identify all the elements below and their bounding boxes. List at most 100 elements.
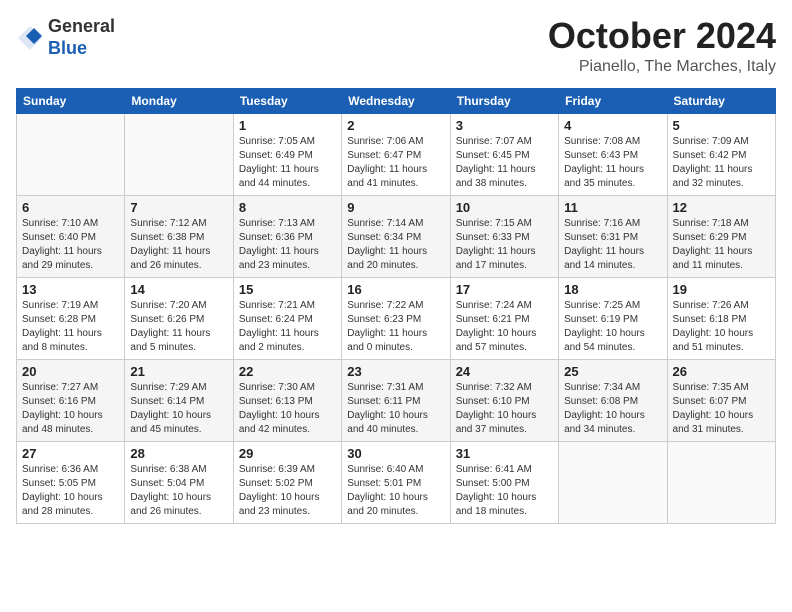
day-info: Sunrise: 7:32 AM Sunset: 6:10 PM Dayligh… (456, 381, 553, 437)
day-info: Sunrise: 7:22 AM Sunset: 6:23 PM Dayligh… (347, 299, 444, 355)
calendar-cell (17, 113, 125, 195)
day-number: 11 (564, 200, 661, 215)
day-info: Sunrise: 7:14 AM Sunset: 6:34 PM Dayligh… (347, 217, 444, 273)
calendar-cell (125, 113, 233, 195)
day-info: Sunrise: 7:10 AM Sunset: 6:40 PM Dayligh… (22, 217, 119, 273)
weekday-sunday: Sunday (17, 88, 125, 113)
logo-icon (16, 24, 44, 52)
day-info: Sunrise: 6:40 AM Sunset: 5:01 PM Dayligh… (347, 463, 444, 519)
weekday-tuesday: Tuesday (233, 88, 341, 113)
day-number: 23 (347, 364, 444, 379)
calendar-week-2: 6 Sunrise: 7:10 AM Sunset: 6:40 PM Daylig… (17, 195, 776, 277)
day-number: 15 (239, 282, 336, 297)
day-info: Sunrise: 7:05 AM Sunset: 6:49 PM Dayligh… (239, 135, 336, 191)
calendar-cell: 18 Sunrise: 7:25 AM Sunset: 6:19 PM Dayli… (559, 277, 667, 359)
day-number: 4 (564, 118, 661, 133)
calendar-cell (667, 441, 775, 523)
day-info: Sunrise: 7:27 AM Sunset: 6:16 PM Dayligh… (22, 381, 119, 437)
day-info: Sunrise: 7:25 AM Sunset: 6:19 PM Dayligh… (564, 299, 661, 355)
weekday-wednesday: Wednesday (342, 88, 450, 113)
calendar-body: 1Sunrise: 7:05 AM Sunset: 6:49 PM Daylig… (17, 113, 776, 523)
day-number: 7 (130, 200, 227, 215)
day-number: 22 (239, 364, 336, 379)
location: Pianello, The Marches, Italy (548, 58, 776, 76)
day-number: 30 (347, 446, 444, 461)
calendar-cell: 17Sunrise: 7:24 AM Sunset: 6:21 PM Dayli… (450, 277, 558, 359)
weekday-saturday: Saturday (667, 88, 775, 113)
day-number: 3 (456, 118, 553, 133)
calendar-cell: 27Sunrise: 6:36 AM Sunset: 5:05 PM Dayli… (17, 441, 125, 523)
day-info: Sunrise: 6:38 AM Sunset: 5:04 PM Dayligh… (130, 463, 227, 519)
calendar-cell: 30 Sunrise: 6:40 AM Sunset: 5:01 PM Dayli… (342, 441, 450, 523)
calendar-cell: 26Sunrise: 7:35 AM Sunset: 6:07 PM Dayli… (667, 359, 775, 441)
calendar-cell (559, 441, 667, 523)
calendar-cell: 21 Sunrise: 7:29 AM Sunset: 6:14 PM Dayli… (125, 359, 233, 441)
day-info: Sunrise: 6:41 AM Sunset: 5:00 PM Dayligh… (456, 463, 553, 519)
weekday-monday: Monday (125, 88, 233, 113)
day-number: 9 (347, 200, 444, 215)
calendar-cell: 23 Sunrise: 7:31 AM Sunset: 6:11 PM Dayli… (342, 359, 450, 441)
calendar-cell: 14Sunrise: 7:20 AM Sunset: 6:26 PM Dayli… (125, 277, 233, 359)
calendar-cell: 4 Sunrise: 7:08 AM Sunset: 6:43 PM Daylig… (559, 113, 667, 195)
calendar-cell: 1Sunrise: 7:05 AM Sunset: 6:49 PM Daylig… (233, 113, 341, 195)
calendar-header: SundayMondayTuesdayWednesdayThursdayFrid… (17, 88, 776, 113)
calendar-cell: 22 Sunrise: 7:30 AM Sunset: 6:13 PM Dayli… (233, 359, 341, 441)
day-info: Sunrise: 7:20 AM Sunset: 6:26 PM Dayligh… (130, 299, 227, 355)
calendar-table: SundayMondayTuesdayWednesdayThursdayFrid… (16, 88, 776, 524)
weekday-thursday: Thursday (450, 88, 558, 113)
day-number: 18 (564, 282, 661, 297)
day-number: 5 (673, 118, 770, 133)
calendar-week-4: 20 Sunrise: 7:27 AM Sunset: 6:16 PM Dayli… (17, 359, 776, 441)
logo-text: General Blue (48, 16, 115, 59)
day-info: Sunrise: 7:30 AM Sunset: 6:13 PM Dayligh… (239, 381, 336, 437)
day-info: Sunrise: 7:29 AM Sunset: 6:14 PM Dayligh… (130, 381, 227, 437)
day-info: Sunrise: 7:08 AM Sunset: 6:43 PM Dayligh… (564, 135, 661, 191)
calendar-cell: 2 Sunrise: 7:06 AM Sunset: 6:47 PM Daylig… (342, 113, 450, 195)
calendar-cell: 9 Sunrise: 7:14 AM Sunset: 6:34 PM Daylig… (342, 195, 450, 277)
calendar-cell: 6 Sunrise: 7:10 AM Sunset: 6:40 PM Daylig… (17, 195, 125, 277)
calendar-cell: 7 Sunrise: 7:12 AM Sunset: 6:38 PM Daylig… (125, 195, 233, 277)
day-number: 13 (22, 282, 119, 297)
calendar-week-3: 13 Sunrise: 7:19 AM Sunset: 6:28 PM Dayli… (17, 277, 776, 359)
day-number: 12 (673, 200, 770, 215)
calendar-cell: 24 Sunrise: 7:32 AM Sunset: 6:10 PM Dayli… (450, 359, 558, 441)
day-info: Sunrise: 7:09 AM Sunset: 6:42 PM Dayligh… (673, 135, 770, 191)
day-info: Sunrise: 7:12 AM Sunset: 6:38 PM Dayligh… (130, 217, 227, 273)
day-number: 10 (456, 200, 553, 215)
calendar-cell: 15 Sunrise: 7:21 AM Sunset: 6:24 PM Dayli… (233, 277, 341, 359)
day-number: 26 (673, 364, 770, 379)
day-info: Sunrise: 7:31 AM Sunset: 6:11 PM Dayligh… (347, 381, 444, 437)
day-number: 24 (456, 364, 553, 379)
calendar-week-5: 27Sunrise: 6:36 AM Sunset: 5:05 PM Dayli… (17, 441, 776, 523)
day-info: Sunrise: 7:34 AM Sunset: 6:08 PM Dayligh… (564, 381, 661, 437)
calendar-cell: 25Sunrise: 7:34 AM Sunset: 6:08 PM Dayli… (559, 359, 667, 441)
day-number: 29 (239, 446, 336, 461)
day-info: Sunrise: 7:21 AM Sunset: 6:24 PM Dayligh… (239, 299, 336, 355)
month-title: October 2024 (548, 16, 776, 56)
calendar-cell: 12Sunrise: 7:18 AM Sunset: 6:29 PM Dayli… (667, 195, 775, 277)
day-info: Sunrise: 7:06 AM Sunset: 6:47 PM Dayligh… (347, 135, 444, 191)
calendar-cell: 28 Sunrise: 6:38 AM Sunset: 5:04 PM Dayli… (125, 441, 233, 523)
day-number: 28 (130, 446, 227, 461)
day-number: 21 (130, 364, 227, 379)
day-info: Sunrise: 7:13 AM Sunset: 6:36 PM Dayligh… (239, 217, 336, 273)
day-info: Sunrise: 6:36 AM Sunset: 5:05 PM Dayligh… (22, 463, 119, 519)
logo: General Blue (16, 16, 115, 59)
day-info: Sunrise: 7:26 AM Sunset: 6:18 PM Dayligh… (673, 299, 770, 355)
title-block: October 2024 Pianello, The Marches, Ital… (548, 16, 776, 76)
day-number: 20 (22, 364, 119, 379)
calendar-cell: 5 Sunrise: 7:09 AM Sunset: 6:42 PM Daylig… (667, 113, 775, 195)
calendar-cell: 13 Sunrise: 7:19 AM Sunset: 6:28 PM Dayli… (17, 277, 125, 359)
day-info: Sunrise: 7:19 AM Sunset: 6:28 PM Dayligh… (22, 299, 119, 355)
day-number: 6 (22, 200, 119, 215)
calendar-cell: 31Sunrise: 6:41 AM Sunset: 5:00 PM Dayli… (450, 441, 558, 523)
day-number: 16 (347, 282, 444, 297)
weekday-header-row: SundayMondayTuesdayWednesdayThursdayFrid… (17, 88, 776, 113)
calendar-cell: 3Sunrise: 7:07 AM Sunset: 6:45 PM Daylig… (450, 113, 558, 195)
day-info: Sunrise: 7:15 AM Sunset: 6:33 PM Dayligh… (456, 217, 553, 273)
calendar-cell: 19 Sunrise: 7:26 AM Sunset: 6:18 PM Dayli… (667, 277, 775, 359)
calendar-cell: 16 Sunrise: 7:22 AM Sunset: 6:23 PM Dayli… (342, 277, 450, 359)
day-info: Sunrise: 7:24 AM Sunset: 6:21 PM Dayligh… (456, 299, 553, 355)
day-number: 19 (673, 282, 770, 297)
day-number: 2 (347, 118, 444, 133)
